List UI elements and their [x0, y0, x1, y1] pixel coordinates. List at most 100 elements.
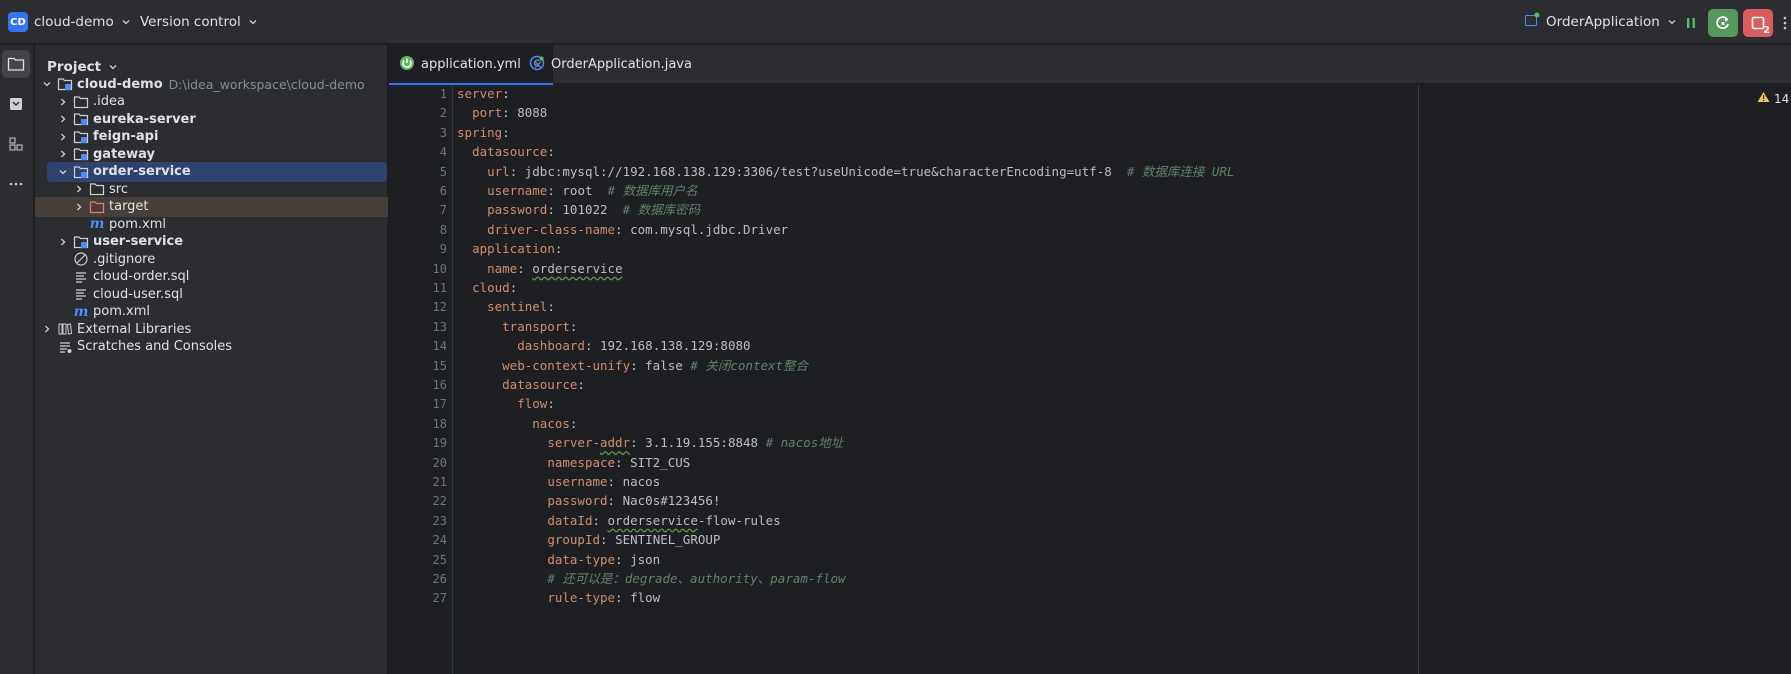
title-bar: CD cloud-demo Version control OrderAppli…	[0, 0, 1791, 44]
chevron-right-icon[interactable]	[55, 146, 71, 162]
yaml-value: 8088	[517, 105, 548, 121]
yaml-separator: :	[592, 512, 608, 528]
run-configuration-selector[interactable]: OrderApplication	[1524, 0, 1678, 44]
project-switcher[interactable]: CD cloud-demo	[8, 0, 132, 44]
pause-icon[interactable]	[1676, 9, 1706, 37]
chevron-down-icon[interactable]	[55, 164, 71, 180]
yaml-value: root	[562, 183, 608, 198]
yaml-separator: :	[517, 260, 533, 276]
chevron-right-icon[interactable]	[55, 94, 71, 110]
yaml-value: 3.1.19.155:8848	[645, 435, 766, 451]
yaml-value: 101022	[562, 202, 623, 218]
chevron-down-icon[interactable]	[39, 76, 55, 92]
commit-tool-icon[interactable]	[2, 90, 30, 118]
library-icon	[57, 321, 73, 337]
version-control-menu[interactable]: Version control	[140, 0, 259, 44]
stop-button[interactable]: 2	[1743, 9, 1773, 37]
yaml-value: orderservice	[532, 260, 623, 276]
yaml-key: port	[472, 105, 503, 121]
chevron-right-icon[interactable]	[55, 234, 71, 250]
more-tools-icon[interactable]	[2, 170, 30, 198]
yaml-separator: :	[584, 338, 601, 354]
tab-label: application.yml	[421, 57, 521, 72]
run-config-icon	[1524, 12, 1540, 32]
more-menu-icon[interactable]	[1778, 9, 1791, 37]
tree-item-label: cloud-user.sql	[93, 286, 183, 302]
yaml-key: transport	[502, 318, 570, 334]
scratches-icon	[57, 339, 73, 355]
yaml-key: sentinel	[487, 299, 548, 315]
structure-tool-icon[interactable]	[2, 130, 30, 158]
yaml-separator: :	[502, 105, 518, 121]
code-editor[interactable]: 1 2 3 4 5 6 7 8 9 10 11 12 13 14 15 16 17 18 19 20 21 22 23 24 2…	[389, 85, 1791, 674]
chevron-right-icon[interactable]	[71, 199, 87, 215]
yaml-separator: :	[547, 299, 555, 315]
chevron-right-icon[interactable]	[55, 111, 71, 127]
yaml-comment: # 数据库密码	[622, 202, 701, 218]
java-class-icon	[529, 55, 545, 75]
yaml-separator: :	[630, 357, 646, 373]
tree-item-label: .idea	[93, 94, 125, 109]
tree-item-label: target	[109, 199, 149, 214]
yaml-separator: :	[615, 454, 631, 470]
yaml-key: nacos	[532, 415, 570, 431]
yaml-comment: # nacos地址	[765, 435, 844, 451]
warning-icon	[1757, 91, 1770, 106]
yaml-separator: :	[547, 183, 563, 198]
chevron-right-icon[interactable]	[39, 321, 55, 337]
module-folder-icon	[73, 146, 89, 162]
warning-count: 14	[1774, 91, 1790, 106]
yaml-key: name	[487, 260, 518, 276]
spring-yml-icon	[399, 55, 415, 75]
tree-item[interactable]: Scratches and Consoles	[35, 337, 388, 357]
rerun-button[interactable]	[1708, 9, 1738, 37]
tab-order-application-java[interactable]: OrderApplication.java	[519, 45, 702, 84]
tree-item-label: user-service	[93, 234, 184, 249]
yaml-separator: :	[554, 241, 563, 257]
tree-item-label: External Libraries	[77, 321, 192, 337]
yaml-key: username	[547, 474, 608, 489]
folder-icon	[89, 181, 105, 197]
inspection-widget[interactable]: 14	[1757, 91, 1789, 106]
yaml-key: web-context-unify	[502, 357, 631, 373]
project-panel: Project cloud-demo D:\idea_workspace\clou…	[35, 45, 388, 674]
module-folder-icon	[57, 76, 73, 92]
tree-item-label: eureka-server	[93, 111, 196, 127]
yaml-key: datasource	[502, 377, 578, 392]
yaml-comment: # 数据库连接 URL	[1126, 163, 1235, 179]
chevron-right-icon[interactable]	[55, 129, 71, 145]
yaml-separator: :	[547, 202, 563, 218]
project-tool-icon[interactable]	[2, 50, 30, 78]
stop-count-badge: 2	[1763, 25, 1770, 36]
yaml-comment: # 还可以是：degrade、authority、param-flow	[547, 571, 846, 586]
tree-item-label: cloud-demo	[77, 76, 163, 92]
yaml-value: SIT2_CUS	[630, 454, 691, 470]
tab-label: OrderApplication.java	[551, 57, 692, 72]
yaml-separator: :	[547, 144, 555, 160]
editor-tabs: application.yml ✕ OrderApplication.java	[389, 45, 1791, 85]
maven-icon: m	[89, 216, 105, 232]
tree-item-label: order-service	[93, 164, 191, 179]
module-folder-icon	[73, 234, 89, 250]
yaml-separator: :	[607, 493, 623, 509]
tree-item-label: src	[109, 181, 128, 197]
tree-item-label: pom.xml	[109, 216, 166, 232]
chevron-right-icon[interactable]	[71, 181, 87, 197]
yaml-separator: :	[502, 86, 510, 101]
module-folder-icon	[73, 129, 89, 145]
yaml-key: rule-type	[547, 590, 616, 606]
